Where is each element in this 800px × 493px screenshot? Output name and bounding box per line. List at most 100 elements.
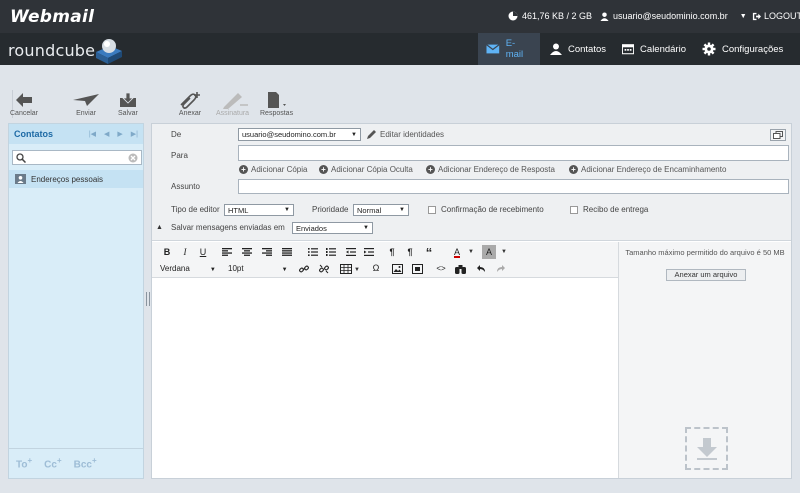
read-receipt-checkbox[interactable]: Confirmação de recebimento <box>428 205 544 214</box>
send-button[interactable]: Enviar <box>73 90 99 117</box>
window-expand-icon <box>773 131 783 139</box>
add-followup-to-link[interactable]: + Adicionar Endereço de Encaminhamento <box>569 165 726 174</box>
add-reply-to-link[interactable]: + Adicionar Endereço de Resposta <box>426 165 555 174</box>
priority-select[interactable]: Normal ▼ <box>353 204 409 216</box>
outdent-icon[interactable] <box>346 248 356 256</box>
panel-splitter-handle[interactable] <box>146 292 150 306</box>
cancel-button[interactable]: Cancelar <box>10 90 38 117</box>
responses-button[interactable]: Respostas <box>260 90 293 117</box>
add-bcc-link[interactable]: + Adicionar Cópia Oculta <box>319 165 413 174</box>
from-select[interactable]: usuario@seudomino.com.br ▼ <box>238 128 361 141</box>
underline-button[interactable]: U <box>196 245 210 259</box>
table-icon[interactable] <box>340 264 352 274</box>
numbered-list-icon[interactable] <box>326 248 336 256</box>
message-body-editor[interactable] <box>152 278 618 478</box>
collapse-options-icon[interactable]: ▲ <box>156 224 163 231</box>
blockquote-icon[interactable]: “ <box>422 245 436 260</box>
add-to-button[interactable]: To+ <box>16 456 32 470</box>
tab-settings-label: Configurações <box>722 43 784 55</box>
media-icon[interactable] <box>412 264 423 274</box>
contacts-panel: Contatos |◀ ◀ ▶ ▶| Endereços pessoais To… <box>8 123 144 479</box>
from-label: De <box>171 130 182 139</box>
rtl-direction-icon[interactable]: ¶ <box>403 245 417 259</box>
logout-button[interactable]: LOGOUT <box>752 11 800 21</box>
add-bcc-button[interactable]: Bcc+ <box>74 456 97 470</box>
back-arrow-icon <box>16 93 32 107</box>
chevron-down-icon: ▼ <box>281 267 288 273</box>
tab-email[interactable]: E-mail <box>478 33 540 65</box>
checkbox-box[interactable] <box>570 205 578 214</box>
image-icon[interactable] <box>392 264 403 274</box>
italic-button[interactable]: I <box>178 245 192 259</box>
editor-type-select[interactable]: HTML ▼ <box>224 204 294 216</box>
expand-editor-button[interactable] <box>770 129 786 141</box>
person-icon <box>550 43 562 55</box>
first-page-icon[interactable]: |◀ <box>89 130 96 138</box>
cancel-label: Cancelar <box>10 110 39 117</box>
to-input[interactable] <box>238 145 789 161</box>
signature-label: Assinatura <box>216 110 250 117</box>
bold-button[interactable]: B <box>160 245 174 259</box>
next-page-icon[interactable]: ▶ <box>117 130 122 138</box>
save-sent-select[interactable]: Enviados ▼ <box>292 222 373 234</box>
link-icon[interactable] <box>299 264 309 274</box>
bullet-list-icon[interactable] <box>308 248 318 256</box>
undo-icon[interactable] <box>476 264 486 274</box>
special-char-icon[interactable]: Ω <box>369 261 383 275</box>
tab-settings[interactable]: Configurações <box>694 33 794 65</box>
signature-button[interactable]: Assinatura <box>216 90 249 117</box>
font-size-select[interactable]: 10pt ▼ <box>228 264 288 273</box>
attach-file-button[interactable]: Anexar um arquivo <box>666 269 746 281</box>
chevron-down-icon: ▼ <box>351 131 357 138</box>
webmail-logo: Webmail <box>10 7 95 27</box>
calendar-icon <box>622 44 635 55</box>
quota-indicator[interactable]: 461,76 KB / 2 GB <box>508 11 592 21</box>
search-replace-icon[interactable] <box>455 264 466 274</box>
tab-calendar[interactable]: Calendário <box>614 33 694 65</box>
paperclip-icon <box>180 92 200 109</box>
source-code-icon[interactable]: <> <box>434 261 448 275</box>
chevron-down-icon[interactable]: ▼ <box>354 267 360 273</box>
address-book-item[interactable]: Endereços pessoais <box>9 170 143 188</box>
delivery-receipt-checkbox[interactable]: Recibo de entrega <box>570 205 648 214</box>
last-page-icon[interactable]: ▶| <box>131 130 138 138</box>
contacts-header: Contatos |◀ ◀ ▶ ▶| <box>9 124 143 144</box>
compose-headers: De usuario@seudomino.com.br ▼ Editar ide… <box>152 124 791 241</box>
tab-email-label: E-mail <box>505 38 524 60</box>
add-cc-link[interactable]: + Adicionar Cópia <box>239 165 307 174</box>
align-justify-icon[interactable] <box>282 248 292 256</box>
contacts-search-input[interactable] <box>12 150 142 165</box>
tab-calendar-label: Calendário <box>640 43 686 55</box>
recipient-buttons: To+ Cc+ Bcc+ <box>9 448 143 478</box>
edit-identities-label: Editar identidades <box>380 129 445 139</box>
chevron-down-icon[interactable]: ▼ <box>501 249 507 255</box>
redo-icon[interactable] <box>496 264 506 274</box>
plus-circle-icon: + <box>569 165 578 174</box>
attachment-drop-zone[interactable] <box>685 427 728 470</box>
checkbox-box[interactable] <box>428 205 436 214</box>
align-center-icon[interactable] <box>242 248 252 256</box>
chevron-down-icon[interactable]: ▼ <box>468 249 474 255</box>
background-color-icon[interactable]: A <box>482 245 496 259</box>
add-reply-to-label: Adicionar Endereço de Resposta <box>438 165 555 174</box>
align-left-icon[interactable] <box>222 248 232 256</box>
align-right-icon[interactable] <box>262 248 272 256</box>
clear-search-icon[interactable] <box>128 153 138 163</box>
prev-page-icon[interactable]: ◀ <box>104 130 109 138</box>
ltr-direction-icon[interactable]: ¶ <box>385 245 399 259</box>
from-value: usuario@seudomino.com.br <box>242 130 336 139</box>
indent-icon[interactable] <box>364 248 374 256</box>
tab-contacts[interactable]: Contatos <box>542 33 614 65</box>
add-cc-button[interactable]: Cc+ <box>44 456 61 470</box>
text-color-icon[interactable]: A <box>450 245 464 259</box>
chevron-down-icon: ▼ <box>209 267 216 273</box>
user-menu[interactable]: usuario@seudominio.com.br ▼ <box>600 11 747 21</box>
edit-identities-link[interactable]: Editar identidades <box>367 129 444 139</box>
plus-circle-icon: + <box>319 165 328 174</box>
attach-button[interactable]: Anexar <box>178 90 202 117</box>
font-family-select[interactable]: Verdana ▼ <box>160 264 216 273</box>
to-field-label: Para <box>171 151 188 160</box>
save-button[interactable]: Salvar <box>118 90 138 117</box>
unlink-icon[interactable] <box>319 264 329 274</box>
subject-input[interactable] <box>238 179 789 194</box>
